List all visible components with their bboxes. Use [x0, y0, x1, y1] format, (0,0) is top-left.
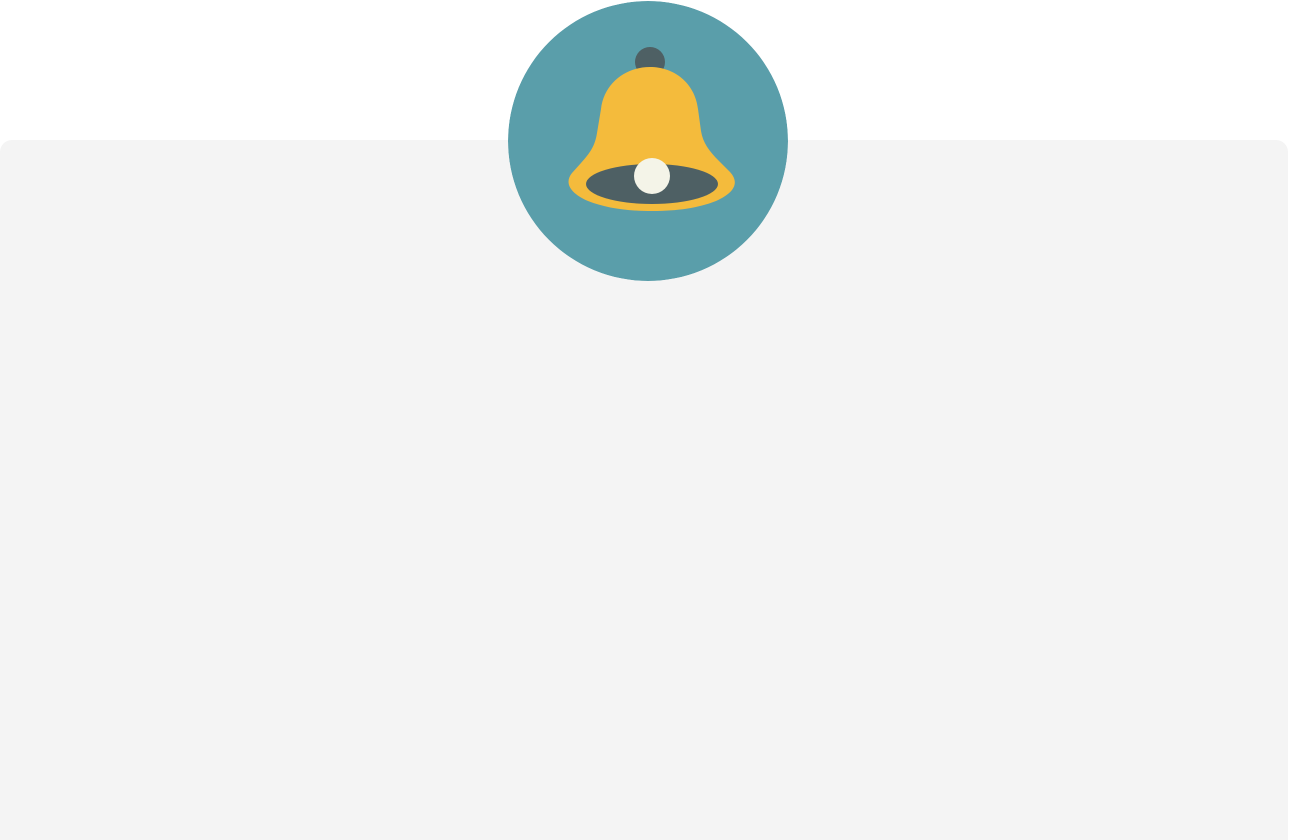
- notification-page: [0, 0, 1290, 840]
- bell-clapper: [634, 158, 670, 194]
- notification-badge: [508, 1, 788, 281]
- bell-icon: [508, 1, 788, 281]
